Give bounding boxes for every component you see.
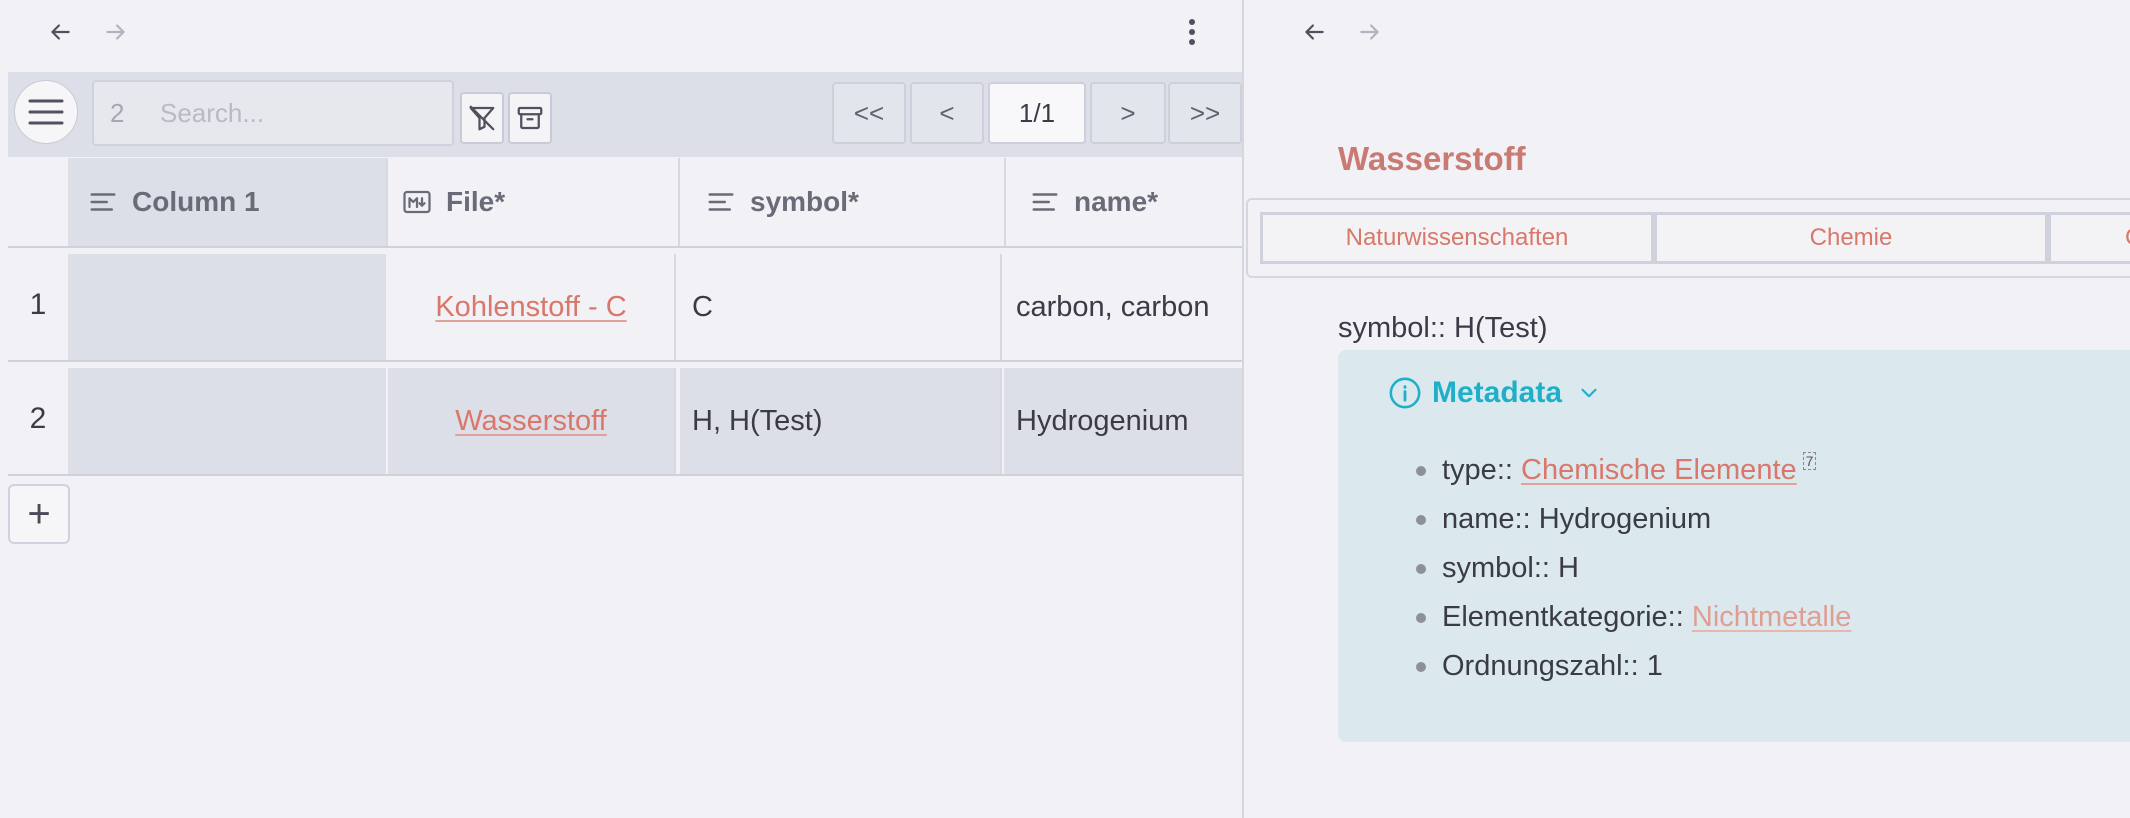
forward-button[interactable] xyxy=(1352,14,1388,50)
back-button[interactable] xyxy=(1296,14,1332,50)
more-vertical-icon xyxy=(1189,19,1195,45)
cell-symbol[interactable]: C xyxy=(680,254,1002,360)
footnote-marker[interactable]: 7 xyxy=(1802,451,1817,470)
left-pane: 2 << < 1/1 > >> Column 1 File* symbol* n xyxy=(0,0,1242,818)
file-link[interactable]: Kohlenstoff - C xyxy=(435,291,626,324)
cell-column-1[interactable] xyxy=(68,368,386,474)
column-header-name[interactable]: name* xyxy=(1006,158,1242,246)
arrow-right-icon xyxy=(1360,24,1379,40)
order-property: Ordnungszahl:: 1 xyxy=(1442,650,1663,682)
arrow-left-icon xyxy=(1305,24,1324,40)
clear-filter-button[interactable] xyxy=(460,92,504,144)
search-field[interactable]: 2 xyxy=(92,80,454,146)
text-align-icon xyxy=(1032,193,1058,211)
text-align-icon xyxy=(708,193,734,211)
right-pane: Wasserstoff Naturwissenschaften Chemie C… xyxy=(1244,0,2130,818)
back-button[interactable] xyxy=(42,14,78,50)
symbol-property: symbol:: H(Test) xyxy=(1338,312,1548,344)
text-align-icon xyxy=(90,193,116,211)
markdown-icon xyxy=(403,190,431,214)
list-item: symbol:: H xyxy=(1416,544,1851,593)
prev-page-button[interactable]: < xyxy=(910,82,984,144)
table-row[interactable]: 1 Kohlenstoff - C C carbon, carbon xyxy=(8,250,1242,362)
more-options-button[interactable] xyxy=(1174,14,1210,50)
filter-off-icon xyxy=(469,105,495,131)
symbol-property-item: symbol:: H xyxy=(1442,552,1579,584)
list-item: Elementkategorie:: Nichtmetalle xyxy=(1416,593,1851,642)
arrow-right-icon xyxy=(106,24,125,40)
cell-file[interactable]: Wasserstoff xyxy=(388,368,676,474)
list-item: Ordnungszahl:: 1 xyxy=(1416,642,1851,691)
category-link[interactable]: Nichtmetalle xyxy=(1692,601,1852,634)
chevron-down-icon[interactable] xyxy=(1576,380,1602,406)
table-header: Column 1 File* symbol* name* xyxy=(8,158,1242,248)
column-label: File* xyxy=(446,186,506,217)
last-page-button[interactable]: >> xyxy=(1168,82,1242,144)
column-label: name* xyxy=(1074,186,1159,217)
arrow-left-icon xyxy=(51,24,70,40)
add-row-button[interactable]: + xyxy=(8,484,70,544)
metadata-list: type:: Chemische Elemente 7 name:: Hydrog… xyxy=(1416,446,1851,691)
list-item: type:: Chemische Elemente 7 xyxy=(1416,446,1851,495)
file-link[interactable]: Wasserstoff xyxy=(455,405,607,438)
page-indicator: 1/1 xyxy=(988,82,1086,144)
column-header-1[interactable]: Column 1 xyxy=(68,158,388,246)
table-toolbar: 2 << < 1/1 > >> xyxy=(8,72,1242,157)
tags-bar: Naturwissenschaften Chemie C xyxy=(1246,198,2130,278)
search-input[interactable] xyxy=(160,97,420,129)
column-header-file[interactable]: File* xyxy=(388,158,680,246)
archive-button[interactable] xyxy=(508,92,552,144)
note-title: Wasserstoff xyxy=(1338,140,1526,177)
result-count: 2 xyxy=(110,97,125,128)
row-number: 2 xyxy=(29,402,47,435)
cell-name[interactable]: carbon, carbon xyxy=(1004,254,1242,360)
tag-c[interactable]: C xyxy=(2048,212,2130,264)
name-property: name:: Hydrogenium xyxy=(1442,503,1712,535)
first-page-button[interactable]: << xyxy=(832,82,906,144)
next-page-button[interactable]: > xyxy=(1090,82,1166,144)
table-row[interactable]: 2 Wasserstoff H, H(Test) Hydrogenium xyxy=(8,364,1242,476)
callout-header[interactable]: Metadata xyxy=(1388,376,1612,410)
column-label: symbol* xyxy=(750,186,859,217)
callout-title: Metadata xyxy=(1432,376,1563,409)
archive-icon xyxy=(517,106,543,130)
cell-symbol[interactable]: H, H(Test) xyxy=(680,368,1002,474)
cell-column-1[interactable] xyxy=(68,254,386,360)
menu-button[interactable] xyxy=(14,80,78,144)
tag-chemie[interactable]: Chemie xyxy=(1654,212,2048,264)
cell-file[interactable]: Kohlenstoff - C xyxy=(388,254,676,360)
type-link[interactable]: Chemische Elemente xyxy=(1521,454,1797,487)
column-label: Column 1 xyxy=(132,186,260,217)
type-key: type:: xyxy=(1442,454,1513,486)
column-header-symbol[interactable]: symbol* xyxy=(680,158,1006,246)
row-number: 1 xyxy=(29,288,47,321)
forward-button[interactable] xyxy=(98,14,134,50)
tag-naturwissenschaften[interactable]: Naturwissenschaften xyxy=(1260,212,1654,264)
list-item: name:: Hydrogenium xyxy=(1416,495,1851,544)
metadata-callout: Metadata type:: Chemische Elemente 7 name… xyxy=(1338,350,2130,742)
category-key: Elementkategorie:: xyxy=(1442,601,1684,633)
info-icon xyxy=(1389,377,1421,409)
menu-icon xyxy=(28,99,64,125)
cell-name[interactable]: Hydrogenium xyxy=(1004,368,1242,474)
